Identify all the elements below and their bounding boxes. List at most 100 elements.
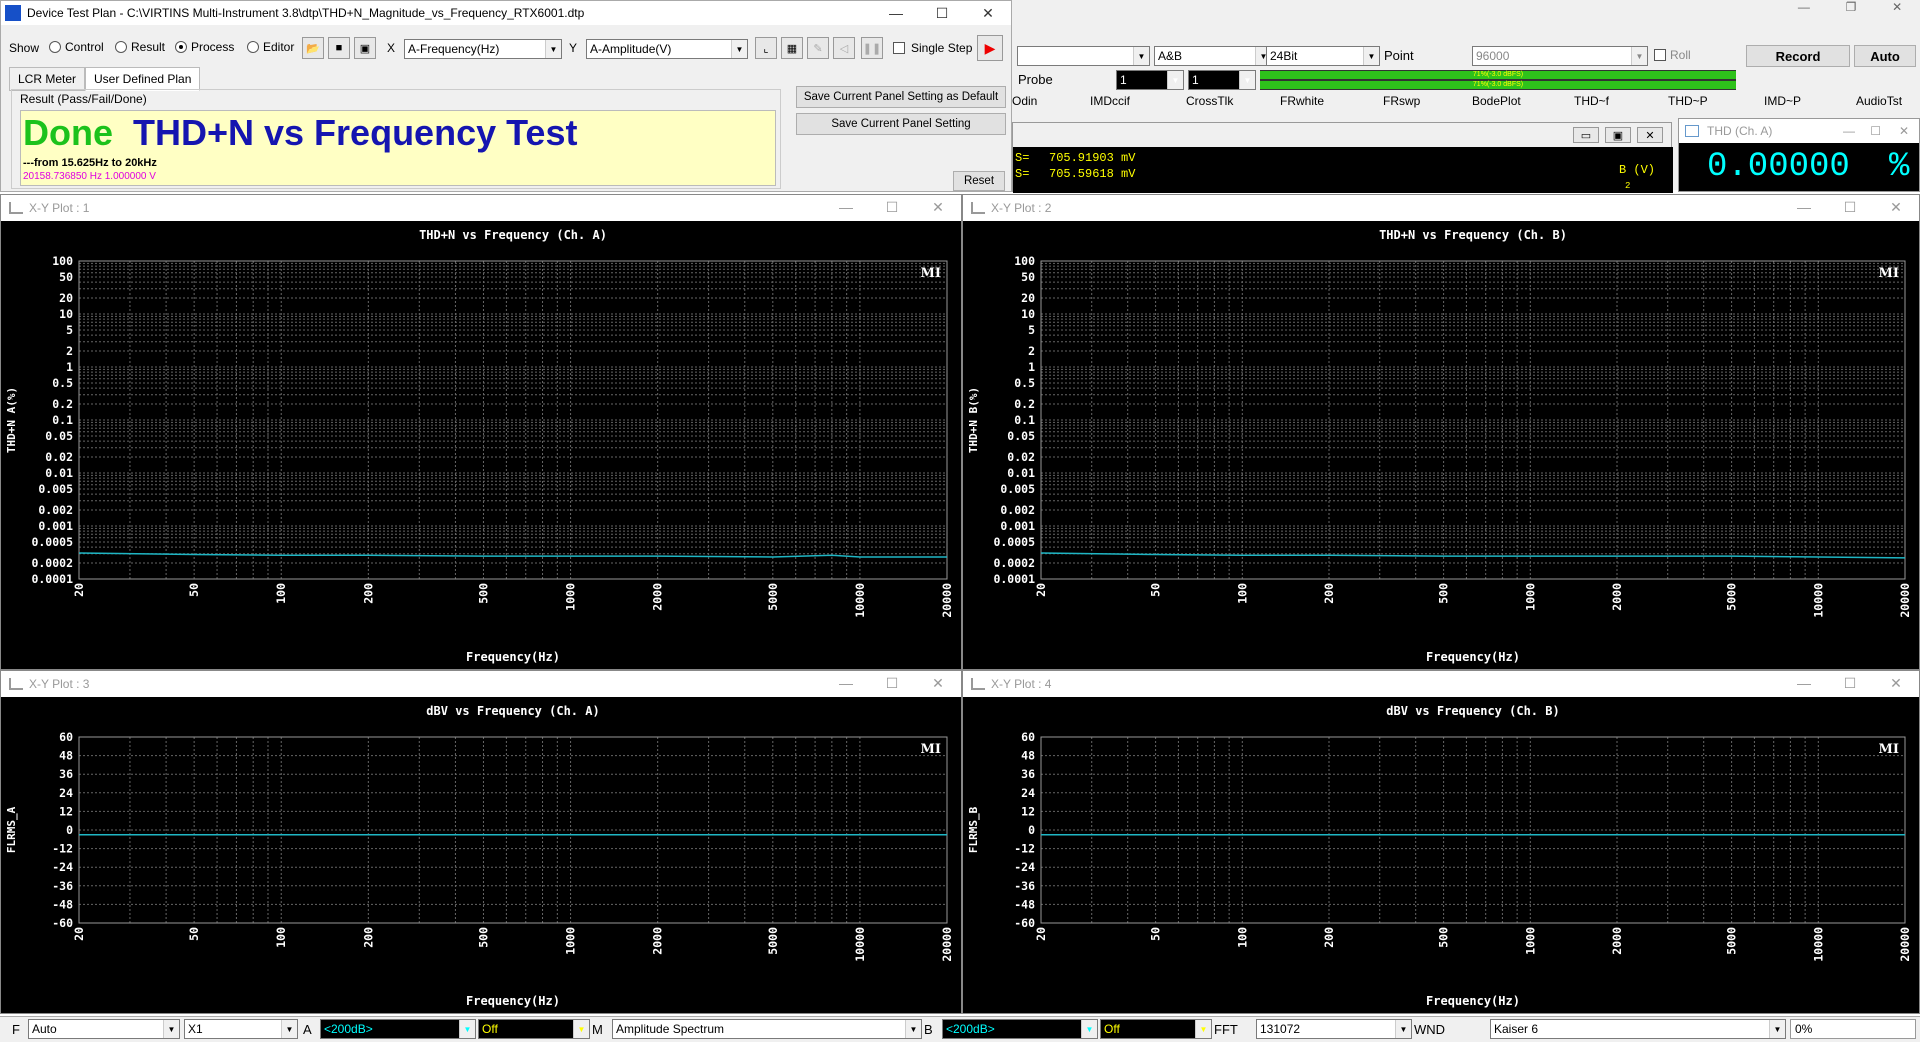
speaker-icon[interactable]: ◁ xyxy=(833,37,855,59)
maximize-icon[interactable]: ☐ xyxy=(1870,124,1881,138)
save-icon[interactable]: ■ xyxy=(328,37,350,59)
y-axis-label: FLRMS_B xyxy=(967,806,980,853)
save-default-button[interactable]: Save Current Panel Setting as Default xyxy=(796,86,1006,108)
tab-frwhite[interactable]: FRwhite xyxy=(1280,94,1324,108)
open-folder-icon[interactable]: 📂 xyxy=(302,37,324,59)
pause-icon[interactable]: ❚❚ xyxy=(861,37,883,59)
tab-odin[interactable]: Odin xyxy=(1012,94,1037,108)
close-icon[interactable]: ✕ xyxy=(915,671,961,695)
tab-frswp[interactable]: FRswp xyxy=(1383,94,1420,108)
x-tick-label: 10000 xyxy=(853,583,867,618)
x-tick-label: 1000 xyxy=(564,927,578,955)
y-axis-select[interactable]: A-Amplitude(V) ▼ xyxy=(586,39,748,59)
restore-icon[interactable]: ❐ xyxy=(1846,0,1857,22)
table-icon[interactable]: ▦ xyxy=(781,37,803,59)
tab-imd-p[interactable]: IMD~P xyxy=(1764,94,1801,108)
level-bar-a: 71%(-3.0 dBFS) xyxy=(1260,71,1736,79)
maximize-icon[interactable]: ☐ xyxy=(1827,671,1873,695)
probe-b-select[interactable]: 1 ▼ xyxy=(1188,70,1256,90)
x1-select[interactable]: X1 ▼ xyxy=(184,1019,298,1039)
close-icon[interactable]: ✕ xyxy=(965,1,1011,25)
y-tick-label: 10 xyxy=(1021,307,1035,321)
tab-thd-f[interactable]: THD~f xyxy=(1574,94,1609,108)
test-headline: THD+N vs Frequency Test xyxy=(133,112,578,153)
x-tick-label: 10000 xyxy=(1811,583,1825,618)
chart-svg: THD+N vs Frequency (Ch. A) MI 100 50 20 10 5 2 1… xyxy=(5,228,954,664)
roll-checkbox[interactable]: Roll xyxy=(1654,48,1691,62)
mi-badge: MI xyxy=(1879,742,1899,757)
close-icon[interactable]: ✕ xyxy=(915,195,961,219)
chart-title: THD+N vs Frequency (Ch. B) xyxy=(1379,228,1567,242)
a-range-select[interactable]: <200dB> ▼ xyxy=(320,1019,476,1039)
chart-svg: dBV vs Frequency (Ch. A) MI 60 48 36 24 12 0 -12… xyxy=(5,704,954,1008)
maximize-icon[interactable]: ☐ xyxy=(1827,195,1873,219)
x-tick-label: 200 xyxy=(1322,927,1336,948)
tab-lcr-meter[interactable]: LCR Meter xyxy=(9,67,86,91)
y-tick-label: 0.005 xyxy=(38,482,73,496)
b-range-select[interactable]: <200dB> ▼ xyxy=(942,1019,1098,1039)
minimize-icon[interactable]: — xyxy=(1781,195,1827,219)
radio-editor[interactable]: Editor xyxy=(247,40,294,54)
unnamed-combo[interactable]: ▼ xyxy=(1017,46,1150,66)
fft-select[interactable]: 131072 ▼ xyxy=(1256,1019,1412,1039)
y-tick-label: 0.5 xyxy=(1014,376,1035,390)
radio-process[interactable]: Process xyxy=(175,40,234,54)
tab-user-defined-plan[interactable]: User Defined Plan xyxy=(85,67,201,91)
save-as-icon[interactable]: ▣ xyxy=(354,37,376,59)
a-mode-select[interactable]: Off ▼ xyxy=(478,1019,590,1039)
close-icon[interactable]: ✕ xyxy=(1873,195,1919,219)
minimize-icon[interactable]: — xyxy=(1781,671,1827,695)
maximize-icon[interactable]: ☐ xyxy=(919,1,965,25)
plot-icon[interactable]: ⌞ xyxy=(755,37,777,59)
x-tick-label: 20 xyxy=(1034,927,1048,941)
f-select[interactable]: Auto ▼ xyxy=(28,1019,180,1039)
minimize-icon[interactable]: — xyxy=(873,1,919,25)
wrench-icon[interactable]: ✎ xyxy=(807,37,829,59)
y-tick-label: 0.0001 xyxy=(993,572,1035,586)
minimize-icon[interactable]: — xyxy=(823,195,869,219)
radio-control[interactable]: Control xyxy=(49,40,104,54)
maximize-icon[interactable]: ▣ xyxy=(1605,127,1631,143)
m-select[interactable]: Amplitude Spectrum ▼ xyxy=(612,1019,922,1039)
tab-crosstlk[interactable]: CrossTlk xyxy=(1186,94,1233,108)
close-icon[interactable]: ✕ xyxy=(1899,124,1909,138)
minimize-icon[interactable]: — xyxy=(1798,0,1810,22)
maximize-icon[interactable]: ☐ xyxy=(869,671,915,695)
auto-button[interactable]: Auto xyxy=(1854,45,1916,67)
close-icon[interactable]: ✕ xyxy=(1873,671,1919,695)
y-tick-label: -60 xyxy=(52,916,73,930)
y-tick-label: 0.002 xyxy=(38,503,73,517)
bits-select[interactable]: 24Bit ▼ xyxy=(1266,46,1380,66)
channel-select[interactable]: A&B ▼ xyxy=(1154,46,1272,66)
radio-result[interactable]: Result xyxy=(115,40,165,54)
x-tick-label: 50 xyxy=(1149,927,1163,941)
minimize-icon[interactable]: — xyxy=(1843,124,1855,138)
single-step-checkbox[interactable]: Single Step xyxy=(893,41,972,55)
y-tick-label: 60 xyxy=(59,730,73,744)
rms-channel-label: B (V) xyxy=(1619,163,1656,177)
wnd-select[interactable]: Kaiser 6 ▼ xyxy=(1490,1019,1786,1039)
save-setting-button[interactable]: Save Current Panel Setting xyxy=(796,113,1006,135)
x-tick-label: 200 xyxy=(361,583,375,604)
b-mode-select[interactable]: Off ▼ xyxy=(1100,1019,1212,1039)
minimize-icon[interactable]: ▭ xyxy=(1573,127,1599,143)
tab-bodeplot[interactable]: BodePlot xyxy=(1472,94,1521,108)
x-axis-select[interactable]: A-Frequency(Hz) ▼ xyxy=(404,39,562,59)
y-tick-label: 0.05 xyxy=(1007,429,1035,443)
close-icon[interactable]: ✕ xyxy=(1637,127,1663,143)
minimize-icon[interactable]: — xyxy=(823,671,869,695)
x-tick-label: 20000 xyxy=(1898,927,1912,962)
x-tick-label: 20 xyxy=(72,583,86,597)
run-icon[interactable]: ▶ xyxy=(977,35,1003,61)
record-button[interactable]: Record xyxy=(1746,45,1850,67)
tab-thd-p[interactable]: THD~P xyxy=(1668,94,1708,108)
point-select[interactable]: 96000 ▼ xyxy=(1472,46,1648,66)
tab-audiotst[interactable]: AudioTst xyxy=(1856,94,1902,108)
y-tick-label: -48 xyxy=(52,897,73,911)
maximize-icon[interactable]: ☐ xyxy=(869,195,915,219)
probe-a-select[interactable]: 1 ▼ xyxy=(1116,70,1184,90)
close-icon[interactable]: ✕ xyxy=(1892,0,1902,22)
tab-imdccif[interactable]: IMDccif xyxy=(1090,94,1130,108)
y-tick-label: 20 xyxy=(1021,291,1035,305)
reset-button[interactable]: Reset xyxy=(953,171,1005,191)
